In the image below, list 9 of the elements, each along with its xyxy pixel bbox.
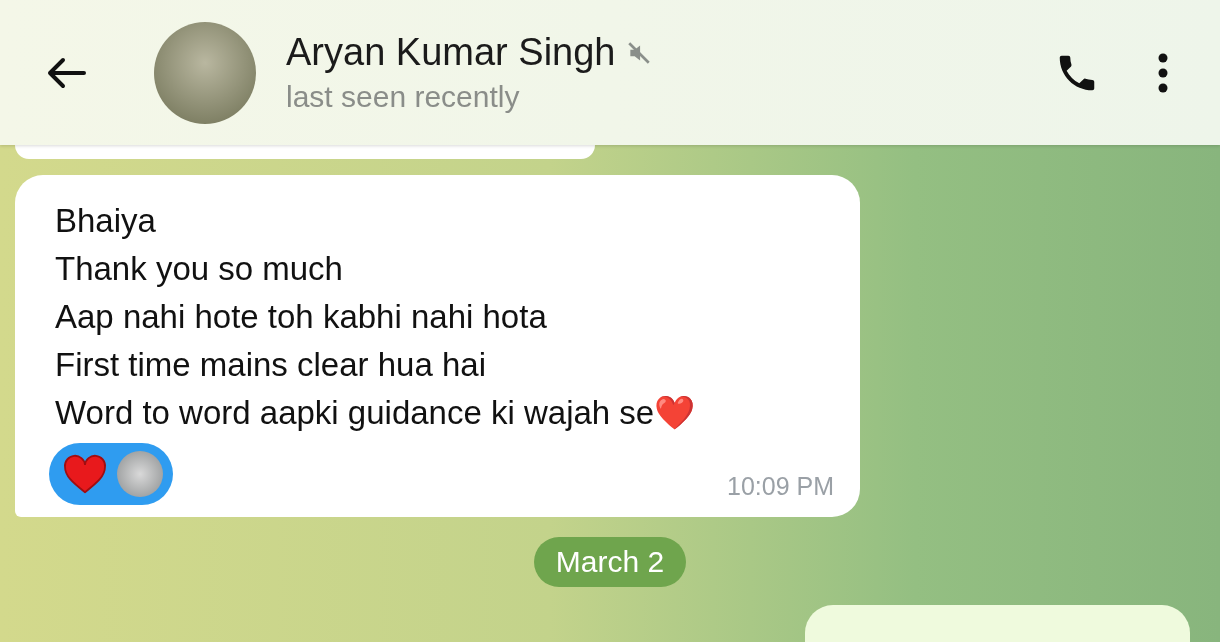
more-options-icon[interactable] [1158, 52, 1168, 93]
heart-icon [63, 454, 107, 494]
contact-name[interactable]: Aryan Kumar Singh [286, 31, 616, 74]
reactor-avatar [117, 451, 163, 497]
date-divider: March 2 [533, 537, 687, 587]
back-arrow-icon[interactable] [46, 56, 86, 89]
message-time: 10:09 PM [727, 472, 834, 501]
message-text: Bhaiya Thank you so much Aap nahi hote toh kabhi nahi hota First time mains clear hua hai Word to word aapki guidance ki wajah se❤ [55, 201, 697, 433]
last-seen-status: last seen recently [286, 80, 521, 114]
